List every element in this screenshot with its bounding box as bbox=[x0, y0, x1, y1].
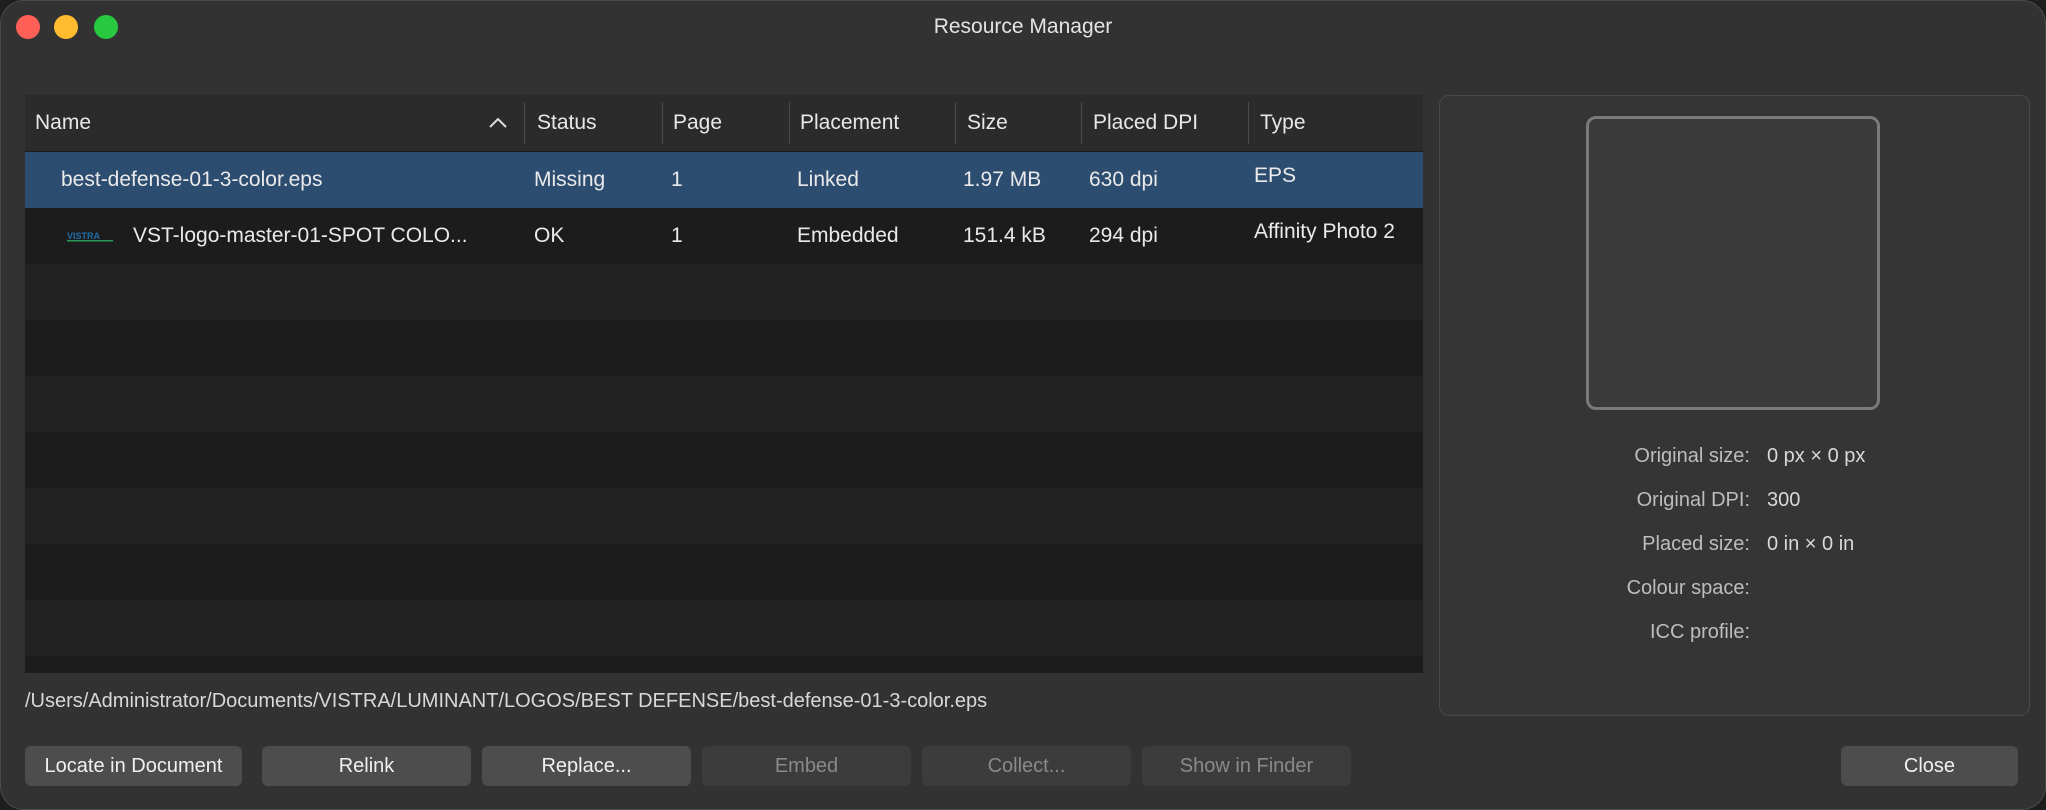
original-dpi-label: Original DPI: bbox=[1636, 489, 1750, 511]
resource-preview bbox=[1586, 116, 1880, 410]
title-bar: Resource Manager bbox=[0, 0, 2046, 56]
locate-in-document-button[interactable]: Locate in Document bbox=[25, 746, 242, 786]
relink-button[interactable]: Relink bbox=[262, 746, 471, 786]
resource-info-panel: Original size: 0 px × 0 px Original DPI:… bbox=[1439, 95, 2030, 716]
column-header-name[interactable]: Name bbox=[25, 95, 505, 151]
cell-name: best-defense-01-3-color.eps bbox=[61, 168, 323, 191]
colour-space-label: Colour space: bbox=[1626, 577, 1750, 599]
cell-placement: Linked bbox=[797, 168, 859, 191]
column-header-placement[interactable]: Placement bbox=[790, 95, 899, 151]
window-title: Resource Manager bbox=[933, 15, 1113, 38]
show-in-finder-button[interactable]: Show in Finder bbox=[1142, 746, 1351, 786]
embed-button[interactable]: Embed bbox=[702, 746, 911, 786]
table-row[interactable]: best-defense-01-3-color.eps Missing 1 Li… bbox=[25, 152, 1423, 208]
cell-placed-dpi: 630 dpi bbox=[1089, 168, 1158, 191]
column-header-type[interactable]: Type bbox=[1250, 95, 1306, 151]
resources-table: Name Status Page Placement Size Placed D… bbox=[25, 95, 1423, 673]
close-button[interactable]: Close bbox=[1841, 746, 2018, 786]
empty-row bbox=[25, 264, 1423, 320]
cell-placed-dpi: 294 dpi bbox=[1089, 224, 1158, 247]
empty-row bbox=[25, 600, 1423, 656]
table-row[interactable]: VISTRA VST-logo-master-01-SPOT COLO... O… bbox=[25, 208, 1423, 264]
original-dpi-value: 300 bbox=[1767, 489, 1801, 511]
column-header-placed-dpi[interactable]: Placed DPI bbox=[1083, 95, 1198, 151]
cell-status: OK bbox=[534, 224, 565, 247]
svg-text:VISTRA: VISTRA bbox=[67, 231, 101, 241]
cell-name: VST-logo-master-01-SPOT COLO... bbox=[133, 224, 468, 247]
cell-placement: Embedded bbox=[797, 224, 899, 247]
empty-row bbox=[25, 376, 1423, 432]
column-divider[interactable] bbox=[524, 102, 525, 144]
cell-type: EPS bbox=[1254, 164, 1297, 187]
empty-row bbox=[25, 544, 1423, 600]
empty-row bbox=[25, 320, 1423, 376]
empty-row bbox=[25, 488, 1423, 544]
vistra-logo-thumbnail: VISTRA bbox=[67, 231, 113, 242]
column-header-size[interactable]: Size bbox=[957, 95, 1008, 151]
collect-button[interactable]: Collect... bbox=[922, 746, 1131, 786]
cell-size: 1.97 MB bbox=[963, 168, 1042, 191]
icc-profile-label: ICC profile: bbox=[1649, 621, 1750, 643]
column-divider[interactable] bbox=[955, 102, 956, 144]
cell-page: 1 bbox=[671, 168, 683, 191]
column-header-page[interactable]: Page bbox=[663, 95, 722, 151]
original-size-label: Original size: bbox=[1634, 445, 1750, 467]
column-header-status[interactable]: Status bbox=[527, 95, 597, 151]
resource-manager-window: Resource Manager Name Status Page Placem… bbox=[0, 0, 2046, 810]
cell-page: 1 bbox=[671, 224, 683, 247]
original-size-value: 0 px × 0 px bbox=[1767, 445, 1866, 467]
column-divider[interactable] bbox=[1248, 102, 1249, 144]
table-header: Name Status Page Placement Size Placed D… bbox=[25, 95, 1423, 151]
empty-row bbox=[25, 432, 1423, 488]
cell-status: Missing bbox=[534, 168, 606, 191]
replace-button[interactable]: Replace... bbox=[482, 746, 691, 786]
chevron-up-icon[interactable] bbox=[487, 113, 509, 133]
cell-size: 151.4 kB bbox=[963, 224, 1046, 247]
resource-path: /Users/Administrator/Documents/VISTRA/LU… bbox=[25, 690, 988, 712]
empty-row bbox=[25, 656, 1423, 673]
column-divider[interactable] bbox=[1081, 102, 1082, 144]
cell-type: Affinity Photo 2 bbox=[1254, 220, 1395, 243]
placed-size-value: 0 in × 0 in bbox=[1767, 533, 1855, 555]
placed-size-label: Placed size: bbox=[1642, 533, 1750, 555]
